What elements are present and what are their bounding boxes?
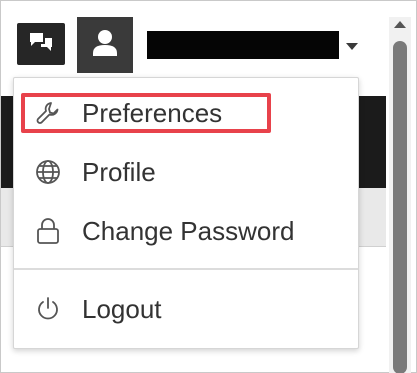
menu-item-label: Profile <box>82 156 156 187</box>
user-dropdown-menu: Preferences Profile Change Password Logo… <box>13 77 359 349</box>
chat-bubbles-icon <box>28 31 54 58</box>
menu-item-change-password[interactable]: Change Password <box>34 211 294 251</box>
menu-item-preferences[interactable]: Preferences <box>34 93 222 133</box>
user-menu-button[interactable] <box>77 17 133 73</box>
menu-item-logout[interactable]: Logout <box>34 289 162 329</box>
chat-button[interactable] <box>17 23 65 65</box>
user-icon <box>92 29 118 62</box>
menu-item-label: Preferences <box>82 97 223 128</box>
scroll-up-icon[interactable] <box>394 21 406 28</box>
lock-icon <box>34 217 62 245</box>
window-frame: Preferences Profile Change Password Logo… <box>0 0 417 373</box>
menu-item-profile[interactable]: Profile <box>34 152 156 192</box>
wrench-icon <box>34 99 62 127</box>
menu-item-label: Change Password <box>82 215 295 246</box>
menu-item-label: Logout <box>82 293 162 324</box>
power-icon <box>34 295 62 323</box>
username-redacted[interactable] <box>147 31 339 59</box>
globe-icon <box>34 158 62 186</box>
caret-down-icon[interactable] <box>346 43 358 50</box>
scrollbar-thumb[interactable] <box>393 41 407 373</box>
menu-divider <box>14 268 358 270</box>
